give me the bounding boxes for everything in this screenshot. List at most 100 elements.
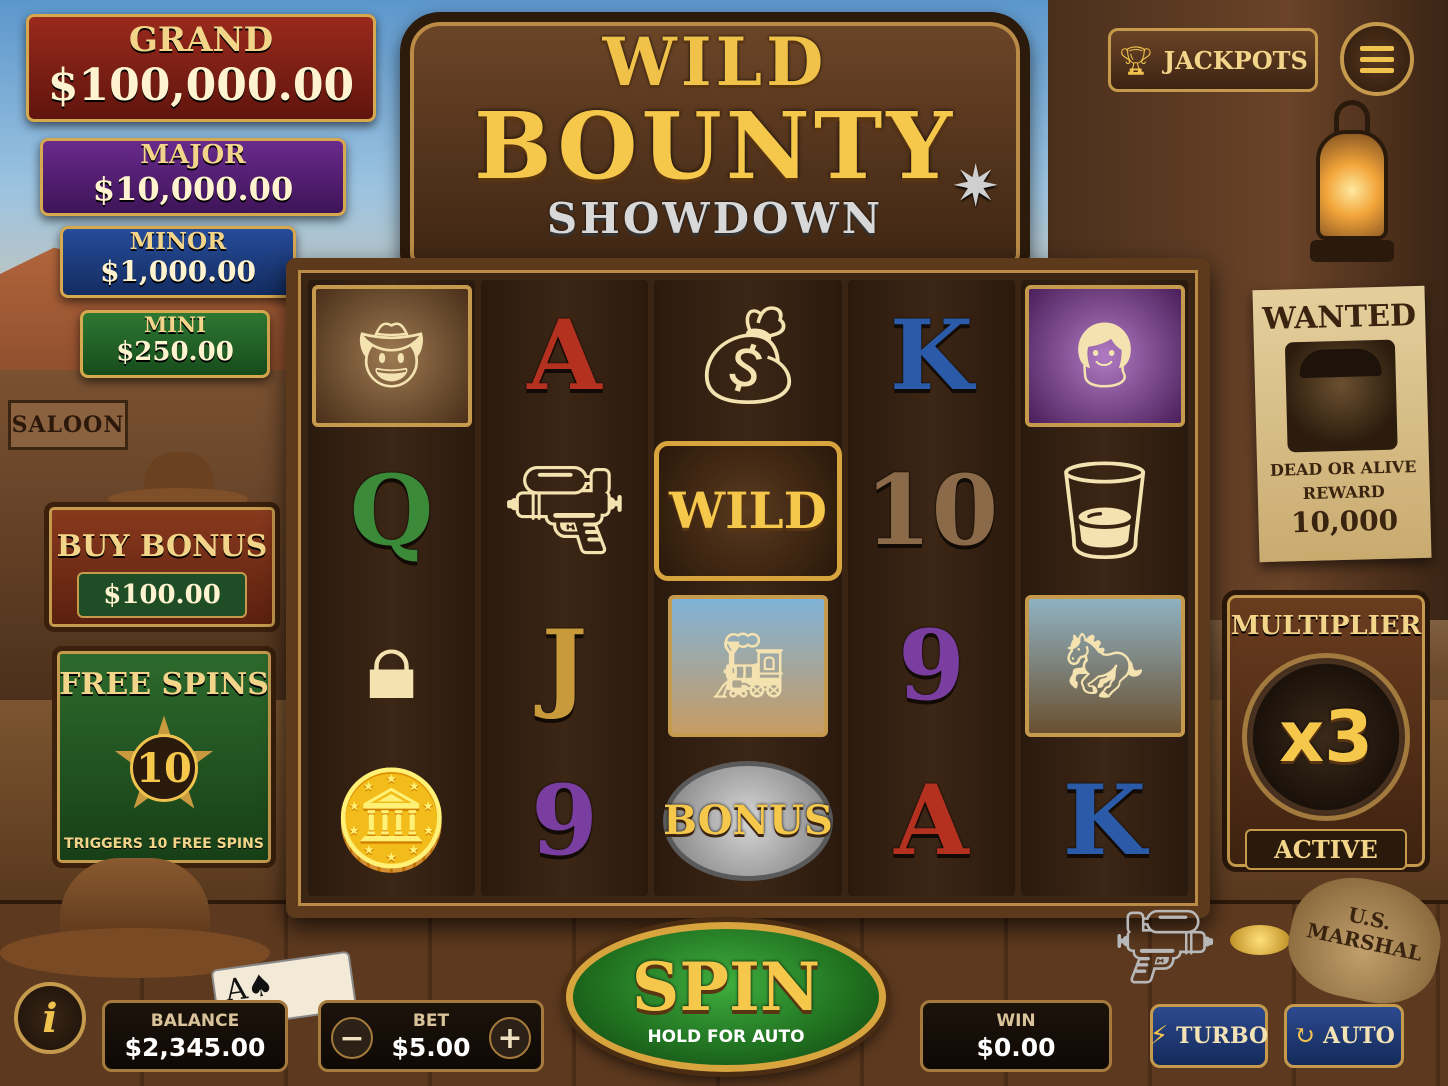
buy-bonus-price: $100.00 xyxy=(77,572,247,618)
symbol-10: 10 xyxy=(864,454,999,567)
train-symbol: 🚂︎ xyxy=(668,594,828,737)
jackpots-button[interactable]: 🏆︎ JACKPOTS xyxy=(1108,28,1318,92)
auto-button[interactable]: ↻ AUTO xyxy=(1284,1004,1404,1068)
reel-cell: 🔫︎ xyxy=(481,435,648,586)
game-title-sign: WILD BOUNTY SHOWDOWN ✷ ☠ xyxy=(400,12,1030,300)
reel-cell: WILD xyxy=(654,435,842,586)
jackpot-minor: MINOR $1,000.00 xyxy=(60,226,296,298)
lantern-icon xyxy=(1306,90,1398,275)
symbol-a: A xyxy=(894,764,969,877)
jackpot-minor-name: MINOR xyxy=(129,228,227,255)
reel-cell: BONUS xyxy=(654,745,842,896)
reel-1: 🤠︎ Q 🔒︎ 🪙 xyxy=(308,280,475,896)
turbo-label: TURBO xyxy=(1176,1023,1269,1049)
reel-cell: 🔒︎ xyxy=(308,590,475,741)
reel-5: 👩︎ 🥃︎ 🐎︎ K xyxy=(1021,280,1188,896)
reel-frame: 🤠︎ Q 🔒︎ 🪙 A 🔫︎ J 9 💰︎ WILD 🚂︎ BONUS K 10 9 A 👩︎ 🥃︎ 🐎︎ K xyxy=(286,258,1210,918)
win-label: WIN xyxy=(996,1011,1036,1031)
symbol-9: 9 xyxy=(531,764,598,877)
whiskey-icon: 🥃︎ xyxy=(1043,454,1166,566)
cowgirl-symbol: 👩︎ xyxy=(1024,284,1185,427)
title-bounty: BOUNTY xyxy=(473,92,957,200)
reel-cell: K xyxy=(1021,745,1188,896)
title-wild: WILD xyxy=(602,23,828,101)
free-spins-panel: FREE SPINS ★ 10 TRIGGERS 10 FREE SPINS xyxy=(52,646,276,868)
symbol-j: J xyxy=(541,609,588,722)
reel-cell: J xyxy=(481,590,648,741)
jackpot-mini-value: $250.00 xyxy=(116,337,234,367)
reel-cell: 🤠︎ xyxy=(308,280,475,431)
balance-display: BALANCE $2,345.00 xyxy=(102,1000,288,1072)
safe-icon: 🔒︎ xyxy=(365,608,418,721)
jackpot-mini: MINI $250.00 xyxy=(80,310,270,378)
symbol-a: A xyxy=(527,299,602,412)
wanted-poster: WANTED DEAD OR ALIVE REWARD 10,000 xyxy=(1252,285,1432,563)
outlaw-symbol: 🤠︎ xyxy=(311,284,472,427)
revolver-icon: 🔫︎ xyxy=(1114,900,1216,993)
wanted-title: WANTED xyxy=(1261,298,1417,338)
jackpot-mini-name: MINI xyxy=(143,312,207,337)
money-bag-icon: 💰︎ xyxy=(687,299,809,411)
bonus-symbol: BONUS xyxy=(663,760,833,881)
free-spins-count: 10 xyxy=(130,734,198,802)
jackpot-major-name: MAJOR xyxy=(140,140,246,170)
reel-cell: A xyxy=(481,280,648,431)
reel-cell: K xyxy=(848,280,1015,431)
jackpot-major-value: $10,000.00 xyxy=(92,170,294,208)
rider-symbol: 🐎︎ xyxy=(1024,594,1185,737)
symbol-9: 9 xyxy=(898,609,965,722)
hamburger-menu-icon xyxy=(1360,45,1394,51)
buy-bonus-button[interactable]: BUY BONUS $100.00 xyxy=(44,502,280,632)
reel-cell: Q xyxy=(308,435,475,586)
reel-cell: 9 xyxy=(481,745,648,896)
sheriff-badge-icon: ★ 10 xyxy=(104,701,224,829)
symbol-q: Q xyxy=(349,454,434,567)
spin-sublabel: HOLD FOR AUTO xyxy=(647,1027,805,1047)
jackpots-button-label: JACKPOTS xyxy=(1163,45,1308,75)
revolver-icon: 🔫︎ xyxy=(503,454,626,566)
spin-label: SPIN xyxy=(631,948,821,1026)
outlaw-silhouette xyxy=(1284,339,1398,453)
title-showdown: SHOWDOWN xyxy=(546,194,884,243)
wanted-dead-or-alive: DEAD OR ALIVE xyxy=(1269,457,1417,480)
multiplier-label: MULTIPLIER xyxy=(1230,611,1422,641)
win-display: WIN $0.00 xyxy=(920,1000,1112,1072)
reel-3: 💰︎ WILD 🚂︎ BONUS xyxy=(654,280,842,896)
bet-decrease-button[interactable]: − xyxy=(331,1017,373,1059)
wild-symbol: WILD xyxy=(654,440,842,581)
multiplier-value: x3 xyxy=(1279,696,1373,778)
reel-cell: A xyxy=(848,745,1015,896)
jackpot-major: MAJOR $10,000.00 xyxy=(40,138,346,216)
spin-button[interactable]: SPIN HOLD FOR AUTO xyxy=(566,922,886,1072)
win-value: $0.00 xyxy=(976,1033,1056,1062)
reel-cell: 9 xyxy=(848,590,1015,741)
refresh-icon: ↻ xyxy=(1293,1021,1315,1051)
jackpot-grand: GRAND $100,000.00 xyxy=(26,14,376,122)
trophy-icon: 🏆︎ xyxy=(1118,43,1154,77)
reel-4: K 10 9 A xyxy=(848,280,1015,896)
bet-increase-button[interactable]: + xyxy=(489,1017,531,1059)
gold-coins-icon: 🪙 xyxy=(331,764,452,876)
gold-coins-icon xyxy=(1230,925,1290,955)
balance-value: $2,345.00 xyxy=(124,1033,266,1062)
reel-cell: 💰︎ xyxy=(654,280,842,431)
bet-control: − BET $5.00 + xyxy=(318,1000,544,1072)
turbo-button[interactable]: ⚡︎ TURBO xyxy=(1150,1004,1268,1068)
jackpot-grand-name: GRAND xyxy=(128,20,274,60)
multiplier-status: ACTIVE xyxy=(1245,829,1407,870)
symbol-k: K xyxy=(889,299,974,412)
menu-button[interactable] xyxy=(1340,22,1414,96)
reel-cell: 🚂︎ xyxy=(654,590,842,741)
wanted-reward-amount: 10,000 xyxy=(1290,503,1399,540)
multiplier-panel: MULTIPLIER x3 ACTIVE xyxy=(1222,590,1430,872)
auto-label: AUTO xyxy=(1323,1023,1395,1049)
saloon-sign: SALOON xyxy=(8,400,128,450)
lightning-icon: ⚡︎ xyxy=(1149,1021,1169,1051)
buy-bonus-label: BUY BONUS xyxy=(56,529,268,564)
reel-2: A 🔫︎ J 9 xyxy=(481,280,648,896)
reel-cell: 10 xyxy=(848,435,1015,586)
reel-cell: 🐎︎ xyxy=(1021,590,1188,741)
info-button[interactable]: i xyxy=(14,982,86,1054)
reels: 🤠︎ Q 🔒︎ 🪙 A 🔫︎ J 9 💰︎ WILD 🚂︎ BONUS K 10 9 A 👩︎ 🥃︎ 🐎︎ K xyxy=(308,280,1188,896)
reel-cell: 🥃︎ xyxy=(1021,435,1188,586)
